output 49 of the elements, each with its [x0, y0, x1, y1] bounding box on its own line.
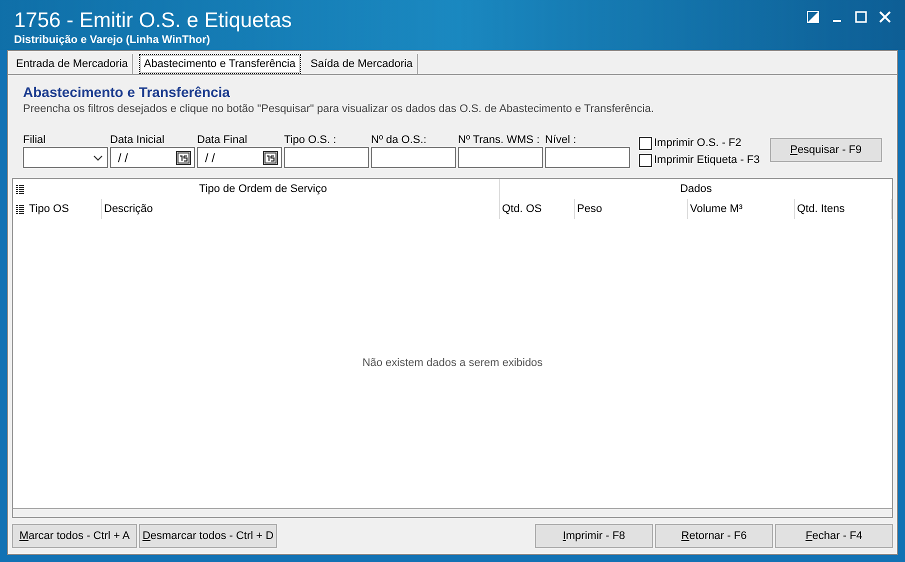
section-title: Abastecimento e Transferência [23, 84, 231, 101]
action-button[interactable]: Desmarcar todos - Ctrl + D [139, 524, 277, 548]
maximize-icon[interactable] [855, 11, 867, 23]
column-header: Peso [575, 199, 688, 219]
filter-label: Nível : [545, 133, 578, 147]
window-title: 1756 - Emitir O.S. e Etiquetas [14, 9, 292, 33]
filter-input[interactable] [284, 147, 369, 168]
calendar-icon[interactable] [176, 150, 191, 164]
horizontal-scrollbar[interactable] [13, 508, 892, 517]
filter-label: Filial [23, 133, 47, 147]
tab[interactable]: Entrada de Mercadoria [12, 54, 133, 74]
action-button[interactable]: Pesquisar - F9 [770, 138, 882, 162]
tab[interactable]: Saída de Mercadoria [306, 54, 418, 74]
column-header: Volume M³ [688, 199, 795, 219]
column-group-header: Dados [679, 182, 713, 197]
filter-label: Nº Trans. WMS : [458, 133, 541, 147]
action-button[interactable]: Marcar todos - Ctrl + A [12, 524, 137, 548]
action-button[interactable]: Fechar - F4 [775, 524, 893, 548]
filter-input[interactable] [371, 147, 456, 168]
filter-label: Data Inicial [110, 133, 166, 147]
filter-input[interactable] [458, 147, 543, 168]
action-button[interactable]: Imprimir - F8 [535, 524, 653, 548]
restore-icon[interactable] [807, 11, 819, 23]
action-button[interactable]: Retornar - F6 [655, 524, 773, 548]
close-icon[interactable] [879, 11, 891, 23]
column-header: Tipo OS [27, 199, 102, 219]
empty-message: Não existem dados a serem exibidos [362, 356, 543, 372]
filter-label: Nº da O.S.: [371, 133, 428, 147]
tab[interactable]: Abastecimento e Transferência [138, 54, 301, 74]
column-group-header: Tipo de Ordem de Serviço [27, 179, 500, 199]
section-description: Preencha os filtros desejados e clique no botão "Pesquisar" para visualizar os dados das O.S. de Abastecimento e Transferência. [23, 102, 655, 117]
window-subtitle: Distribuição e Varejo (Linha WinThor) [14, 33, 212, 47]
checkbox-label: Imprimir O.S. - F2 [654, 136, 742, 151]
calendar-icon[interactable] [263, 150, 278, 164]
branch-select[interactable] [23, 147, 108, 168]
date-field[interactable]: / / [197, 147, 282, 168]
filter-input[interactable] [545, 147, 630, 168]
checkbox[interactable] [639, 136, 652, 150]
column-header: Qtd. Itens [795, 199, 892, 219]
column-header: Descrição [102, 199, 500, 219]
column-header: Qtd. OS [500, 199, 575, 219]
filter-label: Tipo O.S. : [284, 133, 338, 147]
column-chooser-icon[interactable] [16, 184, 24, 194]
date-field[interactable]: / / [110, 147, 195, 168]
checkbox[interactable] [639, 154, 652, 166]
chevron-down-icon [93, 154, 103, 160]
filter-label: Data Final [197, 133, 248, 147]
column-chooser-icon[interactable] [16, 204, 24, 214]
checkbox-label: Imprimir Etiqueta - F3 [654, 152, 760, 168]
